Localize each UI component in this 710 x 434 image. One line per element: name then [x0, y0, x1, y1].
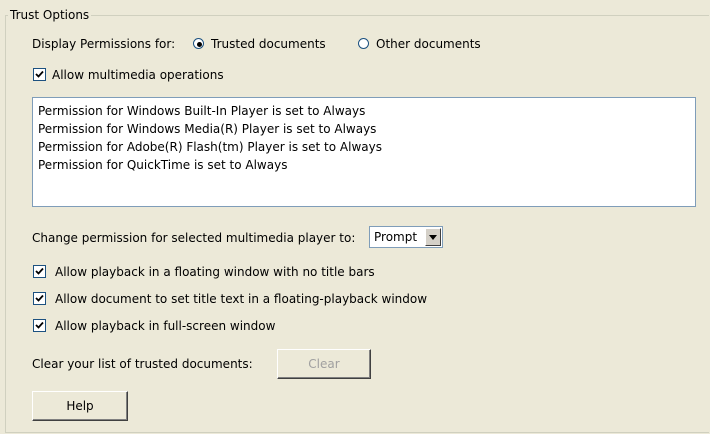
floating-window-label[interactable]: Allow playback in a floating window with…: [55, 264, 375, 280]
triangle-down-icon: [429, 235, 437, 240]
checkmark-icon: [35, 70, 44, 78]
list-item[interactable]: Permission for Windows Media(R) Player i…: [38, 120, 690, 138]
trusted-documents-label[interactable]: Trusted documents: [211, 36, 326, 52]
checkmark-icon: [35, 294, 44, 302]
permission-select[interactable]: Prompt: [369, 226, 443, 248]
clear-trusted-label: Clear your list of trusted documents:: [32, 357, 253, 371]
list-item[interactable]: Permission for Adobe(R) Flash(tm) Player…: [38, 138, 690, 156]
clear-button[interactable]: Clear: [277, 349, 371, 379]
group-title: Trust Options: [8, 8, 92, 22]
display-permissions-label: Display Permissions for:: [32, 37, 176, 51]
full-screen-label[interactable]: Allow playback in full-screen window: [55, 318, 275, 334]
dropdown-arrow-button[interactable]: [425, 228, 441, 246]
allow-multimedia-checkbox[interactable]: [33, 68, 46, 81]
list-item[interactable]: Permission for Windows Built-In Player i…: [38, 102, 690, 120]
allow-multimedia-label[interactable]: Allow multimedia operations: [52, 67, 224, 83]
permission-select-value: Prompt: [374, 230, 418, 244]
help-button[interactable]: Help: [32, 391, 128, 421]
checkmark-icon: [35, 321, 44, 329]
title-text-label[interactable]: Allow document to set title text in a fl…: [55, 291, 427, 307]
other-documents-label[interactable]: Other documents: [376, 36, 481, 52]
permissions-listbox[interactable]: Permission for Windows Built-In Player i…: [32, 97, 696, 207]
title-text-checkbox[interactable]: [33, 292, 46, 305]
trusted-documents-radio[interactable]: [193, 38, 204, 49]
radio-selected-dot-icon: [197, 42, 202, 47]
other-documents-radio[interactable]: [358, 38, 369, 49]
full-screen-checkbox[interactable]: [33, 319, 46, 332]
checkmark-icon: [35, 267, 44, 275]
change-permission-label: Change permission for selected multimedi…: [32, 231, 356, 245]
floating-window-checkbox[interactable]: [33, 265, 46, 278]
list-item[interactable]: Permission for QuickTime is set to Alway…: [38, 156, 690, 174]
